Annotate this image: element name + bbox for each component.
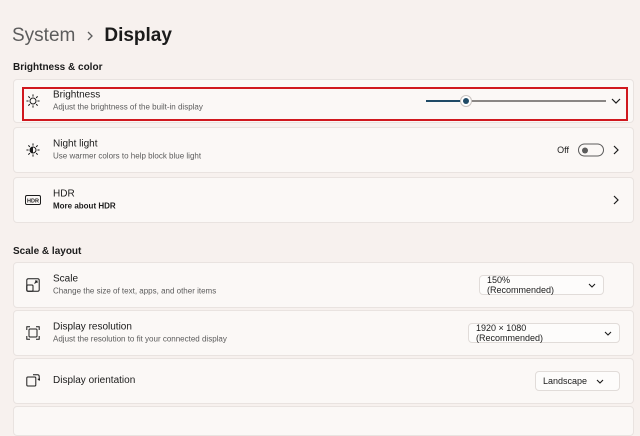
scale-card: Scale Change the size of text, apps, and… xyxy=(13,262,634,308)
chevron-down-icon xyxy=(596,379,604,384)
chevron-right-icon[interactable] xyxy=(611,195,621,205)
scale-subtitle: Change the size of text, apps, and other… xyxy=(53,286,217,296)
brightness-slider[interactable] xyxy=(426,96,606,106)
brightness-card[interactable]: Brightness Adjust the brightness of the … xyxy=(13,79,634,123)
scale-dropdown[interactable]: 150% (Recommended) xyxy=(479,275,604,295)
resolution-dropdown[interactable]: 1920 × 1080 (Recommended) xyxy=(468,323,620,343)
orientation-card: Display orientation Landscape xyxy=(13,358,634,404)
orientation-dropdown-value: Landscape xyxy=(543,376,588,386)
chevron-down-icon[interactable] xyxy=(611,96,621,106)
night-light-icon xyxy=(25,142,41,158)
resolution-icon xyxy=(25,325,41,341)
scale-title: Scale xyxy=(53,273,79,285)
breadcrumb: System Display xyxy=(12,24,172,48)
chevron-right-icon xyxy=(86,31,94,41)
section-title-brightness-color: Brightness & color xyxy=(13,62,103,73)
hdr-title: HDR xyxy=(53,188,75,200)
page-title: Display xyxy=(104,25,172,46)
brightness-title: Brightness xyxy=(53,89,101,101)
section-title-scale-layout: Scale & layout xyxy=(13,246,82,257)
orientation-dropdown[interactable]: Landscape xyxy=(535,371,620,391)
resolution-dropdown-value: 1920 × 1080 (Recommended) xyxy=(476,323,544,343)
hdr-icon: HDR xyxy=(25,192,41,208)
toggle-knob xyxy=(582,147,588,153)
brightness-slider-fill xyxy=(426,100,466,102)
resolution-title: Display resolution xyxy=(53,321,132,333)
resolution-subtitle: Adjust the resolution to fit your connec… xyxy=(53,334,227,344)
hdr-more-link[interactable]: More about HDR xyxy=(53,201,116,212)
hdr-card[interactable]: HDR HDR More about HDR xyxy=(13,177,634,223)
night-light-toggle[interactable] xyxy=(578,143,604,157)
orientation-icon xyxy=(25,373,41,389)
scale-icon xyxy=(25,277,41,293)
chevron-down-icon xyxy=(588,283,596,288)
night-light-subtitle: Use warmer colors to help block blue lig… xyxy=(53,151,202,161)
night-light-title: Night light xyxy=(53,138,98,150)
brightness-slider-thumb[interactable] xyxy=(461,96,471,106)
night-light-card[interactable]: Night light Use warmer colors to help bl… xyxy=(13,127,634,173)
night-light-state-label: Off xyxy=(557,145,569,155)
resolution-card: Display resolution Adjust the resolution… xyxy=(13,310,634,356)
chevron-down-icon xyxy=(604,331,612,336)
next-setting-card[interactable] xyxy=(13,406,634,436)
breadcrumb-system-link[interactable]: System xyxy=(12,24,75,48)
brightness-slider-track xyxy=(466,100,606,102)
orientation-title: Display orientation xyxy=(53,375,136,386)
scale-dropdown-value: 150% (Recommended) xyxy=(487,275,555,295)
chevron-right-icon[interactable] xyxy=(611,145,621,155)
sun-icon xyxy=(25,93,41,109)
brightness-subtitle: Adjust the brightness of the built-in di… xyxy=(53,102,203,112)
hdr-icon-text: HDR xyxy=(27,199,39,205)
